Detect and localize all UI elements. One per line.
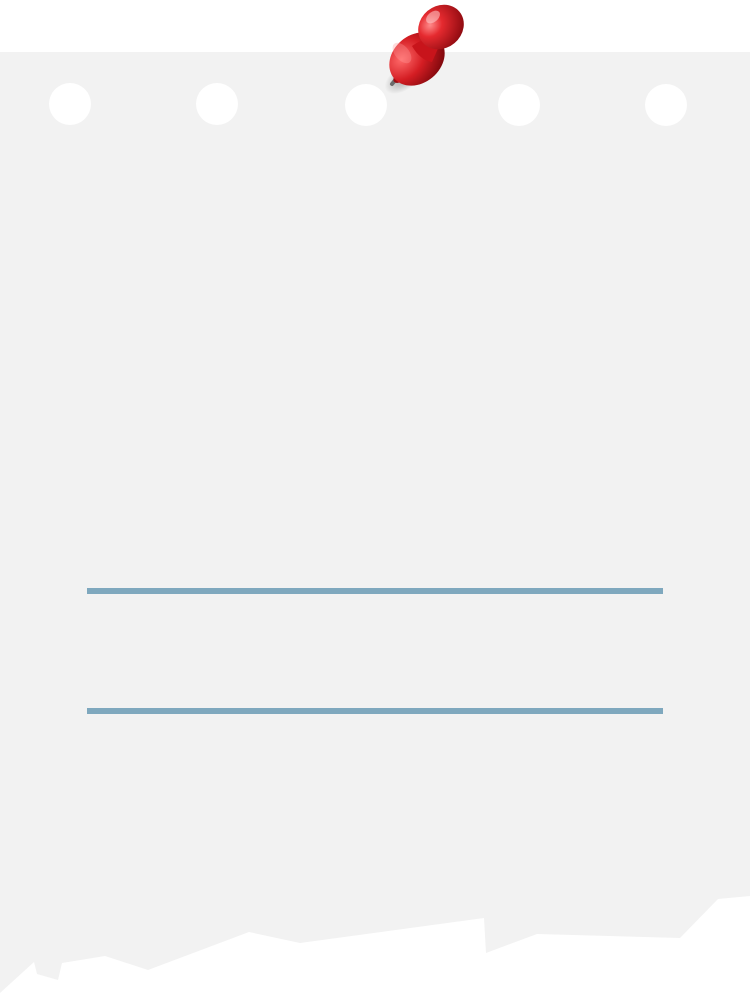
ruled-line (87, 588, 663, 594)
torn-note-paper (0, 4, 750, 993)
punch-hole (498, 84, 540, 126)
punch-hole (196, 83, 238, 125)
punch-hole (49, 83, 91, 125)
ruled-line (87, 708, 663, 714)
punch-hole (645, 84, 687, 126)
punch-hole (345, 84, 387, 126)
paper-sheet (0, 52, 750, 993)
